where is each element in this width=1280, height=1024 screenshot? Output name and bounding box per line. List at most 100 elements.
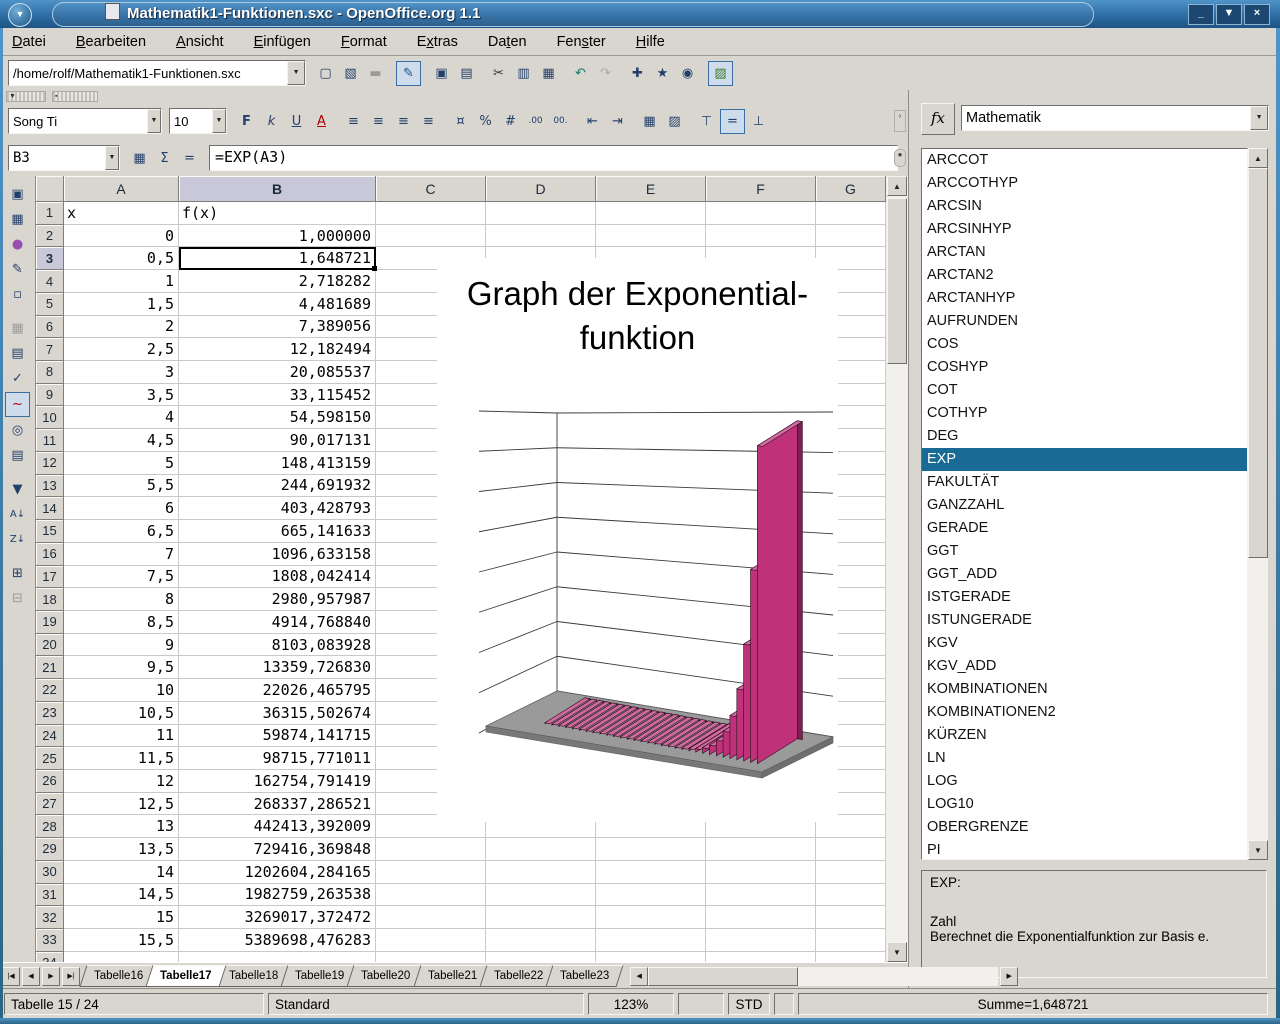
cell-A5[interactable]: 1,5 — [64, 293, 179, 316]
row-header-24[interactable]: 24 — [36, 725, 64, 748]
function-item-istgerade[interactable]: ISTGERADE — [922, 586, 1247, 609]
function-autopilot-icon[interactable]: ▦ — [128, 147, 151, 170]
cell-B22[interactable]: 22026,465795 — [179, 679, 376, 702]
cell-reference-dropdown-icon[interactable]: ▼ — [105, 146, 119, 170]
spellcheck-icon[interactable]: ✓ — [6, 367, 29, 390]
cell-A15[interactable]: 6,5 — [64, 520, 179, 543]
cell-F2[interactable] — [706, 225, 816, 248]
row-header-13[interactable]: 13 — [36, 475, 64, 498]
cell-C34[interactable] — [376, 952, 486, 962]
cell-A24[interactable]: 11 — [64, 725, 179, 748]
cell-G32[interactable] — [816, 906, 886, 929]
url-input[interactable] — [9, 62, 287, 84]
row-header-8[interactable]: 8 — [36, 361, 64, 384]
bold-icon[interactable]: F — [235, 110, 258, 133]
cell-G1[interactable] — [816, 202, 886, 225]
function-item-kombinationen[interactable]: KOMBINATIONEN — [922, 678, 1247, 701]
align-bottom-icon[interactable]: ⊥ — [747, 110, 770, 133]
number-percent-icon[interactable]: % — [474, 110, 497, 133]
new-document-icon[interactable]: ▢ — [314, 62, 337, 85]
function-item-arctan2[interactable]: ARCTAN2 — [922, 264, 1247, 287]
cell-A9[interactable]: 3,5 — [64, 384, 179, 407]
selection-mode-cell[interactable]: STD — [728, 993, 770, 1015]
cell-A22[interactable]: 10 — [64, 679, 179, 702]
auto-spellcheck-icon[interactable]: ~ — [5, 392, 30, 417]
toolbar-overflow-arrow[interactable]: › — [894, 110, 906, 132]
number-standard-icon[interactable]: # — [499, 110, 522, 133]
cell-E34[interactable] — [596, 952, 706, 962]
cell-A10[interactable]: 4 — [64, 406, 179, 429]
cell-B15[interactable]: 665,141633 — [179, 520, 376, 543]
cell-B34[interactable] — [179, 952, 376, 962]
cell-A32[interactable]: 15 — [64, 906, 179, 929]
font-color-icon[interactable]: A — [310, 110, 333, 133]
add-decimal-place-icon[interactable]: .00 — [524, 110, 547, 133]
function-item-exp[interactable]: EXP — [922, 448, 1247, 471]
cell-E30[interactable] — [596, 861, 706, 884]
cell-A28[interactable]: 13 — [64, 815, 179, 838]
align-right-icon[interactable]: ≡ — [392, 110, 415, 133]
background-color-icon[interactable]: ▨ — [663, 110, 686, 133]
cell-F29[interactable] — [706, 838, 816, 861]
cell-A31[interactable]: 14,5 — [64, 884, 179, 907]
function-item-log[interactable]: LOG — [922, 770, 1247, 793]
row-header-5[interactable]: 5 — [36, 293, 64, 316]
cell-C2[interactable] — [376, 225, 486, 248]
cell-C32[interactable] — [376, 906, 486, 929]
sum-icon[interactable]: Σ — [153, 147, 176, 170]
cell-reference-box[interactable]: ▼ — [8, 145, 120, 171]
row-header-6[interactable]: 6 — [36, 316, 64, 339]
cell-B29[interactable]: 729416,369848 — [179, 838, 376, 861]
insert-table-icon[interactable]: ▦ — [6, 317, 29, 340]
font-size-combo[interactable]: ▼ — [169, 108, 227, 134]
function-item-ln[interactable]: LN — [922, 747, 1247, 770]
window-menu-button[interactable]: ▼ — [8, 3, 32, 27]
cell-D29[interactable] — [486, 838, 596, 861]
menu-hilfe[interactable]: Hilfe — [636, 34, 665, 50]
function-icon[interactable]: = — [178, 147, 201, 170]
row-header-9[interactable]: 9 — [36, 384, 64, 407]
function-item-cos[interactable]: COS — [922, 333, 1247, 356]
cell-B32[interactable]: 3269017,372472 — [179, 906, 376, 929]
function-item-arctan[interactable]: ARCTAN — [922, 241, 1247, 264]
cell-E33[interactable] — [596, 929, 706, 952]
row-header-3[interactable]: 3 — [36, 247, 64, 270]
cell-B30[interactable]: 1202604,284165 — [179, 861, 376, 884]
cell-B2[interactable]: 1,000000 — [179, 225, 376, 248]
fill-handle[interactable] — [372, 266, 377, 271]
function-item-kgv_add[interactable]: KGV_ADD — [922, 655, 1247, 678]
save-document-icon[interactable]: ▬ — [364, 62, 387, 85]
cell-C29[interactable] — [376, 838, 486, 861]
cell-A4[interactable]: 1 — [64, 270, 179, 293]
insert-chart-icon[interactable]: ● — [6, 233, 29, 256]
cell-E32[interactable] — [596, 906, 706, 929]
cell-A23[interactable]: 10,5 — [64, 702, 179, 725]
cell-B23[interactable]: 36315,502674 — [179, 702, 376, 725]
column-header-B[interactable]: B — [179, 176, 376, 202]
row-header-1[interactable]: 1 — [36, 202, 64, 225]
row-header-14[interactable]: 14 — [36, 497, 64, 520]
redo-icon[interactable]: ↷ — [594, 62, 617, 85]
cell-A8[interactable]: 3 — [64, 361, 179, 384]
row-header-20[interactable]: 20 — [36, 634, 64, 657]
cell-C1[interactable] — [376, 202, 486, 225]
decrease-indent-icon[interactable]: ⇤ — [581, 110, 604, 133]
align-top-icon[interactable]: ⊤ — [695, 110, 718, 133]
cell-A34[interactable] — [64, 952, 179, 962]
cell-B14[interactable]: 403,428793 — [179, 497, 376, 520]
category-input[interactable] — [962, 107, 1250, 129]
cell-B24[interactable]: 59874,141715 — [179, 725, 376, 748]
function-item-coshyp[interactable]: COSHYP — [922, 356, 1247, 379]
cell-D2[interactable] — [486, 225, 596, 248]
increase-indent-icon[interactable]: ⇥ — [606, 110, 629, 133]
cell-B5[interactable]: 4,481689 — [179, 293, 376, 316]
cell-B11[interactable]: 90,017131 — [179, 429, 376, 452]
row-header-4[interactable]: 4 — [36, 270, 64, 293]
scroll-up-icon[interactable]: ▲ — [887, 176, 907, 196]
cell-F33[interactable] — [706, 929, 816, 952]
scroll-down-icon[interactable]: ▼ — [887, 942, 907, 962]
cell-B19[interactable]: 4914,768840 — [179, 611, 376, 634]
cell-B7[interactable]: 12,182494 — [179, 338, 376, 361]
sum-cell[interactable]: Summe=1,648721 — [798, 993, 1268, 1015]
cell-B8[interactable]: 20,085537 — [179, 361, 376, 384]
